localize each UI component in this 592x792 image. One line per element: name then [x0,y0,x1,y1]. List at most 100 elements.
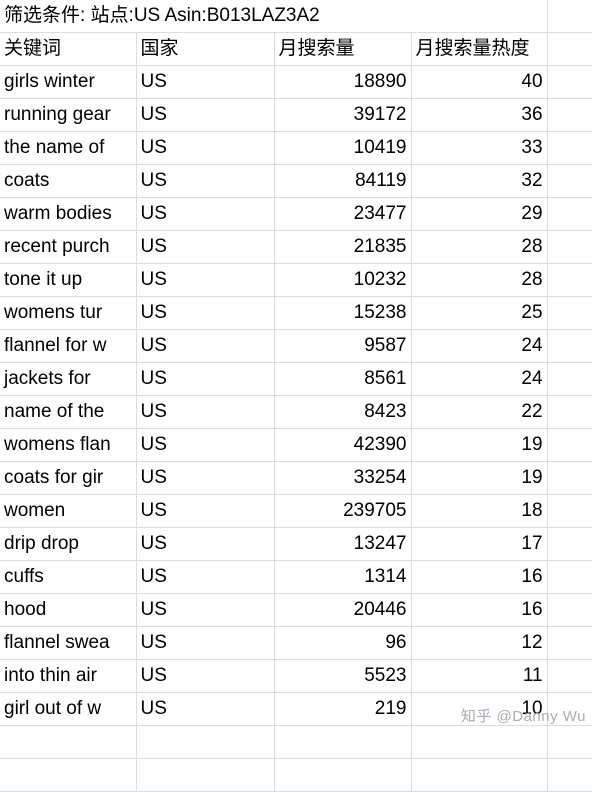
table-row[interactable]: womens flan US 42390 19 [0,428,592,462]
cell-empty [0,725,137,759]
filter-title-cell: 筛选条件: 站点:US Asin:B013LAZ3A2 [0,0,548,33]
cell-tail [547,329,592,363]
cell-tail [547,65,592,99]
cell-country: US [136,98,275,132]
cell-tail [547,362,592,396]
table-row[interactable]: recent purch US 21835 28 [0,230,592,264]
cell-keyword: drip drop [0,527,137,561]
cell-empty [274,725,412,759]
table-row[interactable]: flannel for w US 9587 24 [0,329,592,363]
cell-tail [547,230,592,264]
cell-heat: 18 [411,494,548,528]
cell-heat: 28 [411,263,548,297]
cell-keyword: coats for gir [0,461,137,495]
table-row[interactable]: cuffs US 1314 16 [0,560,592,594]
table-row[interactable]: flannel swea US 96 12 [0,626,592,660]
table-row[interactable]: warm bodies US 23477 29 [0,197,592,231]
cell-volume: 8561 [274,362,412,396]
cell-heat: 16 [411,593,548,627]
table-row[interactable]: drip drop US 13247 17 [0,527,592,561]
table-row[interactable]: coats US 84119 32 [0,164,592,198]
table-header-row: 关键词 国家 月搜索量 月搜索量热度 [0,32,592,66]
cell-country: US [136,659,275,693]
cell-volume: 1314 [274,560,412,594]
cell-tail [547,593,592,627]
cell-volume: 39172 [274,98,412,132]
cell-empty [136,758,275,792]
cell-keyword: recent purch [0,230,137,264]
cell-keyword: running gear [0,98,137,132]
cell-keyword: girl out of w [0,692,137,726]
table-row[interactable]: coats for gir US 33254 19 [0,461,592,495]
cell-keyword: girls winter [0,65,137,99]
cell-country: US [136,230,275,264]
cell-keyword: jackets for [0,362,137,396]
cell-empty [411,758,548,792]
cell-volume: 239705 [274,494,412,528]
cell-volume: 33254 [274,461,412,495]
cell-country: US [136,428,275,462]
cell-keyword: into thin air [0,659,137,693]
cell-tail [547,527,592,561]
table-row[interactable]: name of the US 8423 22 [0,395,592,429]
cell-volume: 84119 [274,164,412,198]
cell-country: US [136,197,275,231]
table-row[interactable]: womens tur US 15238 25 [0,296,592,330]
cell-heat: 19 [411,428,548,462]
filter-title-row: 筛选条件: 站点:US Asin:B013LAZ3A2 [0,0,592,33]
cell-country: US [136,692,275,726]
cell-country: US [136,131,275,165]
table-row[interactable]: hood US 20446 16 [0,593,592,627]
cell-tail [547,197,592,231]
cell-heat: 19 [411,461,548,495]
cell-volume: 219 [274,692,412,726]
table-row[interactable]: the name of US 10419 33 [0,131,592,165]
column-header-keyword: 关键词 [0,32,137,66]
cell-country: US [136,494,275,528]
table-row[interactable]: running gear US 39172 36 [0,98,592,132]
cell-country: US [136,527,275,561]
cell-country: US [136,626,275,660]
cell-heat: 29 [411,197,548,231]
cell-country: US [136,263,275,297]
filter-title-tail-cell [547,0,592,33]
cell-heat: 16 [411,560,548,594]
cell-volume: 15238 [274,296,412,330]
cell-keyword: tone it up [0,263,137,297]
watermark: 知乎 @Danny Wu [460,708,586,725]
cell-tail [547,296,592,330]
empty-row[interactable] [0,758,592,792]
cell-volume: 20446 [274,593,412,627]
table-row[interactable]: jackets for US 8561 24 [0,362,592,396]
cell-keyword: women [0,494,137,528]
cell-heat: 32 [411,164,548,198]
cell-heat: 40 [411,65,548,99]
table-row[interactable]: girls winter US 18890 40 [0,65,592,99]
cell-keyword: warm bodies [0,197,137,231]
cell-empty [274,758,412,792]
cell-volume: 21835 [274,230,412,264]
cell-country: US [136,362,275,396]
cell-country: US [136,593,275,627]
cell-tail [547,494,592,528]
cell-heat: 28 [411,230,548,264]
cell-tail [547,758,592,792]
empty-row[interactable] [0,725,592,759]
cell-empty [136,725,275,759]
cell-keyword: womens tur [0,296,137,330]
cell-heat: 24 [411,329,548,363]
column-header-tail [547,32,592,66]
cell-tail [547,131,592,165]
cell-heat: 17 [411,527,548,561]
table-row[interactable]: tone it up US 10232 28 [0,263,592,297]
column-header-heat: 月搜索量热度 [411,32,548,66]
table-row[interactable]: women US 239705 18 [0,494,592,528]
cell-tail [547,626,592,660]
cell-keyword: the name of [0,131,137,165]
cell-tail [547,725,592,759]
cell-heat: 12 [411,626,548,660]
cell-country: US [136,461,275,495]
table-row[interactable]: into thin air US 5523 11 [0,659,592,693]
cell-keyword: womens flan [0,428,137,462]
cell-keyword: flannel swea [0,626,137,660]
